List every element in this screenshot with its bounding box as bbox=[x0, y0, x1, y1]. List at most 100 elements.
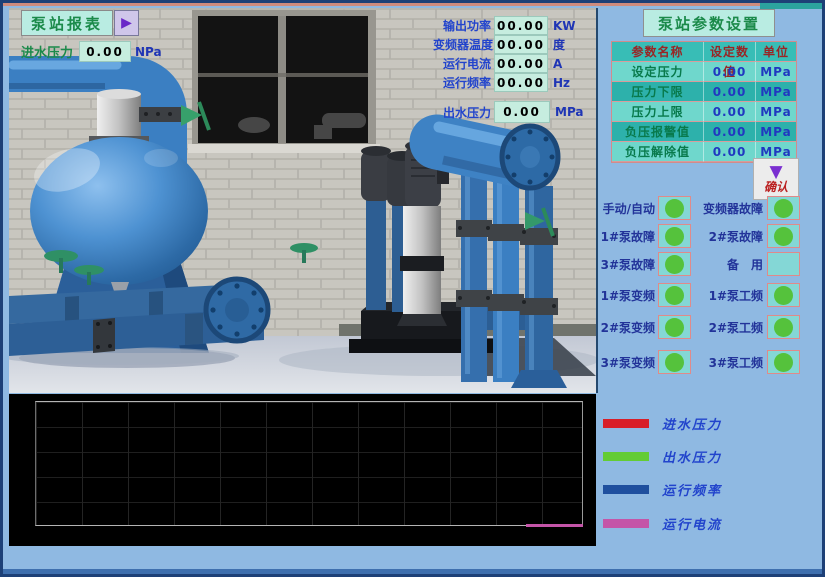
table-row: 负压报警值 0.00 MPa bbox=[612, 122, 796, 142]
col-header-value: 设定数值 bbox=[704, 42, 756, 62]
param-setpoint[interactable]: 0.00 bbox=[704, 62, 756, 82]
indicator-dot bbox=[665, 255, 684, 274]
readout-row: 运行频率 00.00 Hz bbox=[433, 73, 570, 92]
legend-item: 运行电流 bbox=[603, 515, 722, 531]
readout-unit: Hz bbox=[553, 76, 570, 90]
readout-value: 00.00 bbox=[494, 16, 548, 35]
bottom-frame-strip bbox=[3, 569, 822, 574]
legend-swatch-run-current bbox=[603, 519, 649, 528]
status-label: 2#泵变频 bbox=[598, 319, 655, 336]
indicator-dot bbox=[774, 353, 793, 372]
param-setpoint[interactable]: 0.00 bbox=[704, 82, 756, 102]
table-row: 设定压力 0.00 MPa bbox=[612, 62, 796, 82]
status-indicator-spare bbox=[767, 252, 800, 276]
outlet-pressure-row: 出水压力 0.00 MPa bbox=[433, 101, 584, 123]
status-indicator-pump2-fault bbox=[767, 224, 800, 248]
outlet-pressure-unit: MPa bbox=[555, 105, 584, 119]
indicator-dot bbox=[665, 318, 684, 337]
table-header-row: 参数名称 设定数值 单位 bbox=[612, 42, 796, 62]
status-indicator-pump2-vfd bbox=[658, 315, 691, 339]
current-trace-line bbox=[526, 524, 583, 527]
status-label: 变频器故障 bbox=[691, 200, 763, 217]
status-indicator-pump2-mains bbox=[767, 315, 800, 339]
param-name: 压力下限 bbox=[612, 82, 704, 102]
col-header-unit: 单位 bbox=[756, 42, 796, 62]
inlet-pressure-value: 0.00 bbox=[79, 41, 131, 62]
param-name: 负压报警值 bbox=[612, 122, 704, 142]
readout-value: 00.00 bbox=[494, 73, 548, 92]
readout-label: 运行电流 bbox=[433, 55, 491, 72]
vessel-top-cylinder bbox=[97, 94, 141, 138]
outlet-pressure-value: 0.00 bbox=[494, 101, 550, 123]
indicator-dot bbox=[774, 286, 793, 305]
outlet-pressure-label: 出水压力 bbox=[433, 104, 491, 121]
legend-item: 进水压力 bbox=[603, 415, 722, 431]
param-setpoint[interactable]: 0.00 bbox=[704, 122, 756, 142]
readout-unit: A bbox=[553, 57, 562, 71]
legend-label: 进水压力 bbox=[662, 414, 722, 433]
legend-label: 出水压力 bbox=[662, 447, 722, 466]
legend-swatch-run-frequency bbox=[603, 485, 649, 494]
status-label: 1#泵故障 bbox=[598, 228, 655, 245]
readout-row: 运行电流 00.00 A bbox=[433, 54, 562, 73]
param-setpoint[interactable]: 0.00 bbox=[704, 102, 756, 122]
confirm-triangle-icon: ▼ bbox=[769, 165, 782, 180]
confirm-button[interactable]: ▼ 确认 bbox=[753, 158, 799, 200]
indicator-dot bbox=[665, 227, 684, 246]
param-unit: MPa bbox=[756, 122, 796, 142]
status-label: 2#泵故障 bbox=[691, 228, 763, 245]
param-unit: MPa bbox=[756, 102, 796, 122]
legend-swatch-inlet-pressure bbox=[603, 419, 649, 428]
status-indicator-pump3-vfd bbox=[658, 350, 691, 374]
status-label: 2#泵工频 bbox=[691, 319, 763, 336]
status-label: 3#泵变频 bbox=[598, 354, 655, 371]
report-button[interactable]: 泵站报表 bbox=[21, 10, 113, 36]
confirm-label: 确认 bbox=[764, 180, 788, 194]
param-name: 压力上限 bbox=[612, 102, 704, 122]
readout-label: 运行频率 bbox=[433, 74, 491, 91]
status-label: 1#泵工频 bbox=[691, 287, 763, 304]
pump-station-3d-scene: 泵站报表 ▶ 进水压力 0.00 NPa 输出功率 00.00 KW 变频器温度… bbox=[9, 8, 598, 393]
status-indicator-pump3-mains bbox=[767, 350, 800, 374]
param-setpoint[interactable]: 0.00 bbox=[704, 142, 756, 162]
play-icon[interactable]: ▶ bbox=[114, 10, 139, 36]
status-indicator-pump1-mains bbox=[767, 283, 800, 307]
table-row: 压力下限 0.00 MPa bbox=[612, 82, 796, 102]
legend-label: 运行电流 bbox=[662, 514, 722, 533]
parameter-table: 参数名称 设定数值 单位 设定压力 0.00 MPa 压力下限 0.00 MPa… bbox=[611, 41, 797, 163]
readout-value: 00.00 bbox=[494, 54, 548, 73]
indicator-dot bbox=[665, 286, 684, 305]
status-label: 3#泵故障 bbox=[598, 256, 655, 273]
col-header-name: 参数名称 bbox=[612, 42, 704, 62]
legend-item: 运行频率 bbox=[603, 481, 722, 497]
legend-item: 出水压力 bbox=[603, 448, 722, 464]
indicator-dot bbox=[774, 318, 793, 337]
status-indicator-manual-auto bbox=[658, 196, 691, 220]
indicator-dot bbox=[665, 353, 684, 372]
param-unit: MPa bbox=[756, 62, 796, 82]
readout-row: 输出功率 00.00 KW bbox=[433, 16, 576, 35]
status-label: 3#泵工频 bbox=[691, 354, 763, 371]
indicator-dot bbox=[665, 199, 684, 218]
status-label: 1#泵变频 bbox=[598, 287, 655, 304]
trend-plot-area bbox=[35, 401, 583, 526]
readout-unit: KW bbox=[553, 19, 576, 33]
param-unit: MPa bbox=[756, 82, 796, 102]
readout-label: 输出功率 bbox=[433, 17, 491, 34]
status-indicator-pump1-vfd bbox=[658, 283, 691, 307]
readout-label: 变频器温度 bbox=[433, 36, 491, 53]
top-accent-line bbox=[3, 3, 760, 6]
inlet-pressure-unit: NPa bbox=[135, 45, 162, 59]
status-label: 手动/自动 bbox=[598, 200, 655, 217]
status-indicator-pump3-fault bbox=[658, 252, 691, 276]
trend-chart bbox=[9, 394, 596, 546]
table-row: 压力上限 0.00 MPa bbox=[612, 102, 796, 122]
inlet-pressure-label: 进水压力 bbox=[21, 42, 73, 61]
readout-unit: 度 bbox=[553, 36, 565, 53]
status-label: 备 用 bbox=[691, 256, 763, 273]
param-name: 设定压力 bbox=[612, 62, 704, 82]
settings-panel-title: 泵站参数设置 bbox=[643, 9, 775, 37]
window bbox=[188, 10, 380, 153]
status-indicator-vfd-fault bbox=[767, 196, 800, 220]
legend-label: 运行频率 bbox=[662, 480, 722, 499]
